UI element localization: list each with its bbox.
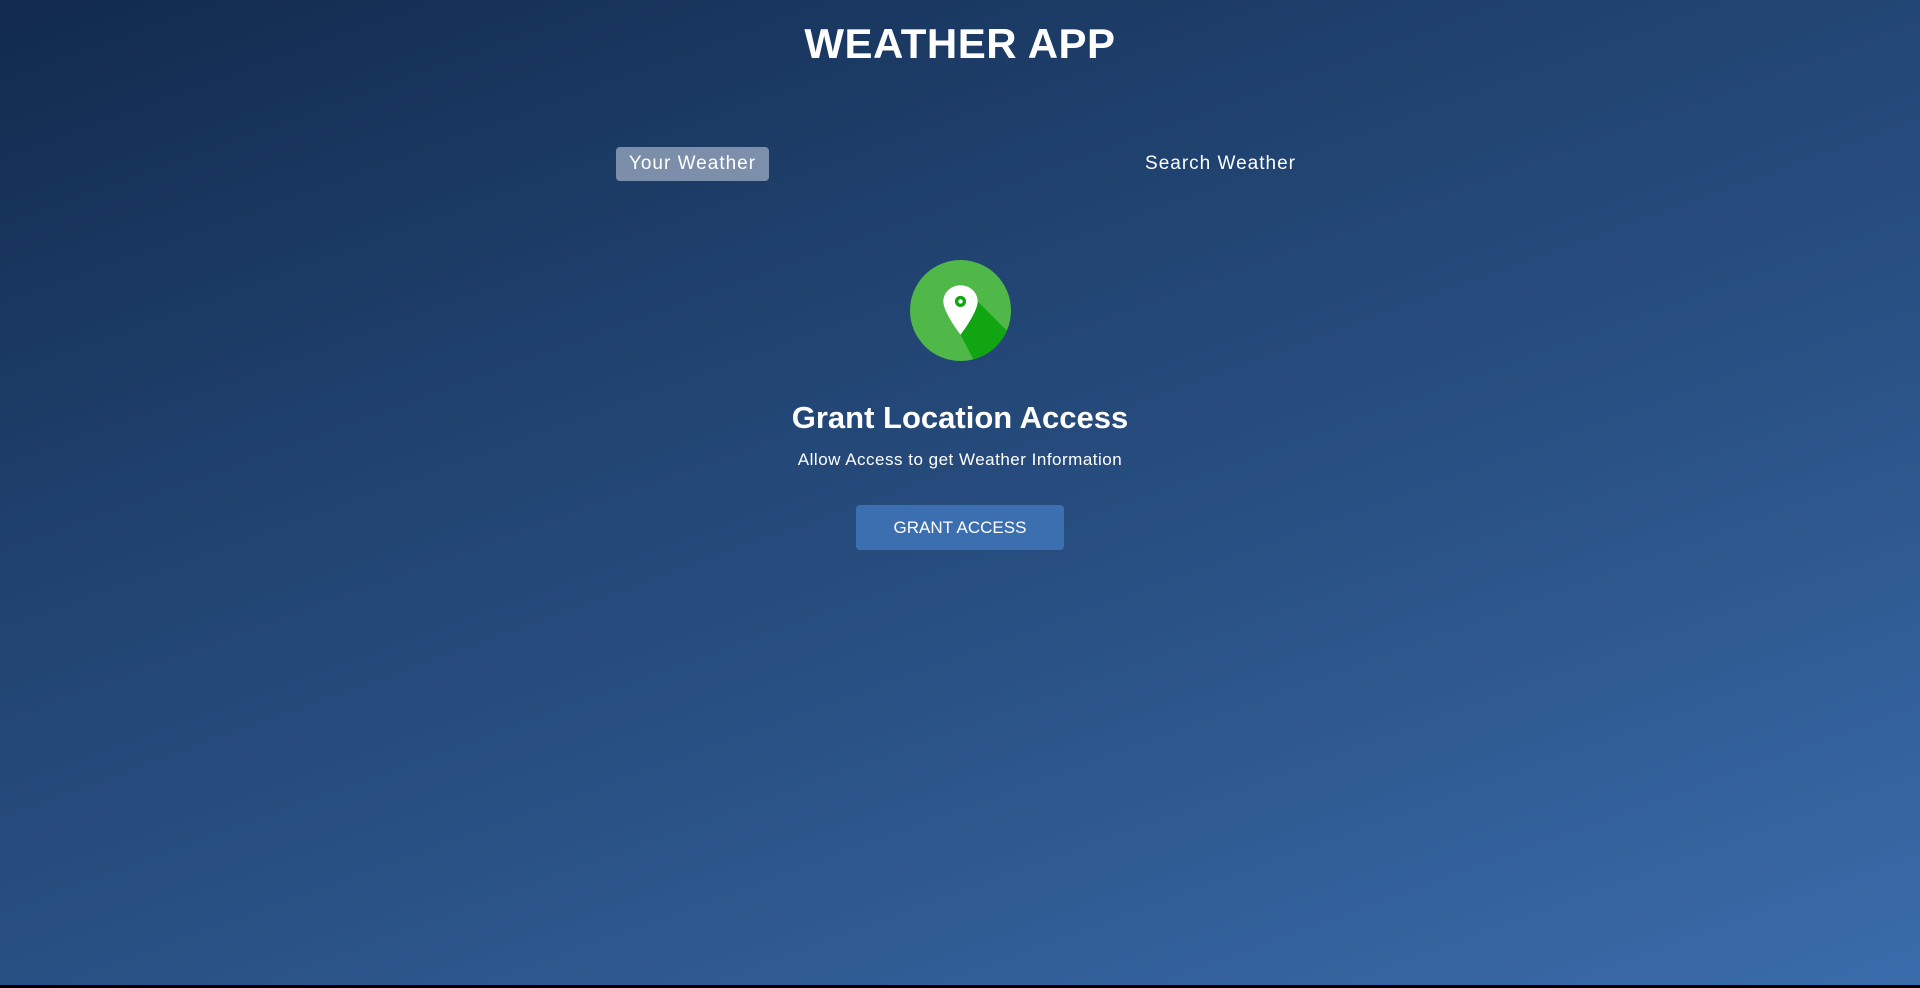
location-pin-icon (909, 260, 1011, 361)
grant-heading: Grant Location Access (791, 400, 1129, 435)
grant-location-container: Grant Location Access Allow Access to ge… (0, 260, 1920, 550)
app-title: WEATHER APP (804, 20, 1116, 67)
tab-bar: Your Weather Search Weather (616, 147, 1304, 181)
weather-app: WEATHER APP Your Weather Search Weather … (0, 0, 1920, 985)
tab-your-weather[interactable]: Your Weather (616, 147, 769, 181)
grant-subtext: Allow Access to get Weather Information (797, 450, 1123, 469)
tab-search-weather[interactable]: Search Weather (1137, 147, 1304, 181)
grant-access-button[interactable]: GRANT ACCESS (856, 505, 1064, 550)
